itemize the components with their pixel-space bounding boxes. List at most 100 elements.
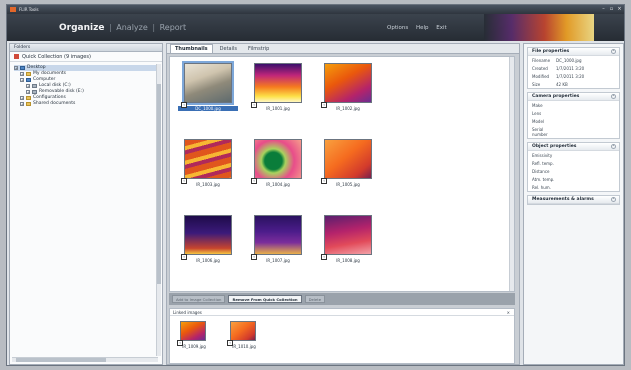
expand-icon[interactable]: +	[20, 78, 24, 82]
expand-icon[interactable]: +	[26, 90, 30, 94]
thumbnail-image[interactable]: ⌁	[321, 63, 372, 108]
expand-icon[interactable]: +	[26, 84, 30, 88]
tab-filmstrip[interactable]: Filmstrip	[244, 45, 273, 53]
property-value	[556, 177, 615, 182]
property-key: Rel. hum.	[532, 184, 551, 190]
scrollbar-thumb[interactable]	[157, 84, 161, 284]
property-value	[556, 127, 615, 137]
expand-icon[interactable]: +	[14, 66, 18, 70]
folders-scrollbar[interactable]	[156, 64, 161, 356]
collapse-icon[interactable]: ⌃	[611, 144, 616, 149]
section-title: File properties	[532, 49, 570, 54]
mode-analyze[interactable]: Analyze	[116, 23, 148, 32]
property-value: 1/7/2011 3:20	[556, 65, 585, 71]
mode-report[interactable]: Report	[160, 23, 187, 32]
linked-images-panel: Linked images × ⌁ IR_1009.jpg ⌁ IR_1010.jpg	[169, 308, 515, 364]
thumbnail-caption: IR_1005.jpg	[336, 182, 360, 187]
section-header[interactable]: Measurements & alarms ⌃	[528, 196, 619, 204]
thumbnail-caption: IR_1008.jpg	[336, 258, 360, 263]
drive-icon	[32, 84, 37, 88]
quick-collection-row[interactable]: Quick Collection (9 images)	[10, 52, 162, 62]
tab-thumbnails[interactable]: Thumbnails	[170, 44, 213, 53]
folder-icon	[26, 102, 31, 106]
tree-node-label: Shared documents	[33, 101, 76, 106]
thumbnail-image[interactable]: ⌁	[181, 139, 232, 184]
menu-exit[interactable]: Exit	[436, 25, 446, 31]
properties-section: Measurements & alarms ⌃	[527, 195, 620, 205]
image-type-icon: ⌁	[227, 340, 233, 346]
image-type-icon: ⌁	[181, 254, 187, 260]
image-type-icon: ⌁	[251, 178, 257, 184]
thumbnail-image[interactable]: ⌁	[251, 63, 302, 108]
thumbnail-item[interactable]: ⌁ IR_1003.jpg	[178, 139, 238, 187]
thumbnail-scrollbar[interactable]	[509, 57, 514, 291]
thumbnail-item[interactable]: ⌁ IR_1002.jpg	[318, 63, 378, 111]
menu-help[interactable]: Help	[416, 25, 429, 31]
linked-image-item[interactable]: ⌁ IR_1009.jpg	[174, 321, 214, 349]
thumbnail-item[interactable]: ⌁ IR_1004.jpg	[248, 139, 308, 187]
thumbnail-item[interactable]: ⌁ IR_1001.jpg	[248, 63, 308, 111]
action-button-2[interactable]: Remove From Quick Collection	[228, 295, 302, 303]
thumbnail-item[interactable]: ⌁ IR_1008.jpg	[318, 215, 378, 263]
tree-node[interactable]: + Shared documents	[14, 101, 158, 107]
computer-icon	[26, 78, 31, 82]
property-row: Model	[528, 117, 619, 125]
property-value	[556, 153, 615, 158]
thumbnail-image[interactable]: ⌁	[251, 139, 302, 184]
folders-hscrollbar[interactable]	[12, 357, 158, 362]
property-row: Rel. hum.	[528, 183, 619, 191]
linked-image-item[interactable]: ⌁ IR_1010.jpg	[224, 321, 264, 349]
menu-options[interactable]: Options	[387, 25, 408, 31]
thumbnail-image[interactable]: ⌁	[181, 61, 234, 108]
collapse-icon[interactable]: ⌃	[611, 197, 616, 202]
image-type-icon: ⌁	[321, 254, 327, 260]
thumbnail-image[interactable]: ⌁	[181, 215, 232, 260]
section-header[interactable]: File properties ⌃	[528, 48, 619, 56]
action-button-3[interactable]: Delete	[304, 295, 326, 303]
expand-icon[interactable]: +	[20, 102, 24, 106]
close-linked-icon[interactable]: ×	[507, 310, 510, 315]
thumbnail-caption: IR_1004.jpg	[266, 182, 290, 187]
property-row: Emissivity	[528, 151, 619, 159]
thumbnail-caption: IR_1001.jpg	[266, 106, 290, 111]
folders-header: Folders	[10, 44, 162, 52]
folder-icon	[26, 96, 31, 100]
property-key: Distance	[532, 168, 550, 174]
property-value	[556, 111, 615, 116]
thumbnail-image[interactable]: ⌁	[321, 215, 372, 260]
section-title: Camera properties	[532, 94, 580, 99]
expand-icon[interactable]: +	[20, 72, 24, 76]
folder-tree: + Desktop + My documents + Computer + Local dis…	[10, 62, 162, 110]
image-type-icon: ⌁	[177, 340, 183, 346]
expand-icon[interactable]: +	[20, 96, 24, 100]
properties-section: Camera properties ⌃ Make Lens Model Serial nu…	[527, 92, 620, 139]
title-bar: FLIR Tools – ▫ ×	[7, 5, 624, 14]
section-header[interactable]: Object properties ⌃	[528, 143, 619, 151]
thumbnail-caption: IR_1007.jpg	[266, 258, 290, 263]
maximize-icon[interactable]: ▫	[608, 6, 615, 12]
property-key: Modified	[532, 73, 550, 79]
thumbnail-image[interactable]: ⌁	[321, 139, 372, 184]
section-title: Object properties	[532, 144, 577, 149]
hscrollbar-thumb[interactable]	[16, 358, 106, 362]
thumbnail-item[interactable]: ⌁ IR_1007.jpg	[248, 215, 308, 263]
main-menubar: Organize | Analyze | Report Options Help…	[7, 14, 624, 41]
tab-details[interactable]: Details	[216, 45, 241, 53]
minimize-icon[interactable]: –	[600, 6, 607, 12]
close-icon[interactable]: ×	[616, 6, 623, 12]
quick-collection-label: Quick Collection (9 images)	[22, 53, 91, 60]
collapse-icon[interactable]: ⌃	[611, 49, 616, 54]
thumbnail-item[interactable]: ⌁ DC_1000.jpg	[178, 61, 238, 111]
linked-image-thumb[interactable]: ⌁	[227, 321, 256, 346]
property-row: Lens	[528, 109, 619, 117]
thumbnail-item[interactable]: ⌁ IR_1005.jpg	[318, 139, 378, 187]
section-header[interactable]: Camera properties ⌃	[528, 93, 619, 101]
linked-image-thumb[interactable]: ⌁	[177, 321, 206, 346]
collapse-icon[interactable]: ⌃	[611, 94, 616, 99]
thumbnail-image[interactable]: ⌁	[251, 215, 302, 260]
thermal-banner	[484, 14, 594, 41]
property-row: Filename DC_1000.jpg	[528, 56, 619, 64]
mode-organize[interactable]: Organize	[59, 23, 104, 33]
action-button-1[interactable]: Add to Image Collection	[172, 295, 226, 303]
thumbnail-item[interactable]: ⌁ IR_1006.jpg	[178, 215, 238, 263]
